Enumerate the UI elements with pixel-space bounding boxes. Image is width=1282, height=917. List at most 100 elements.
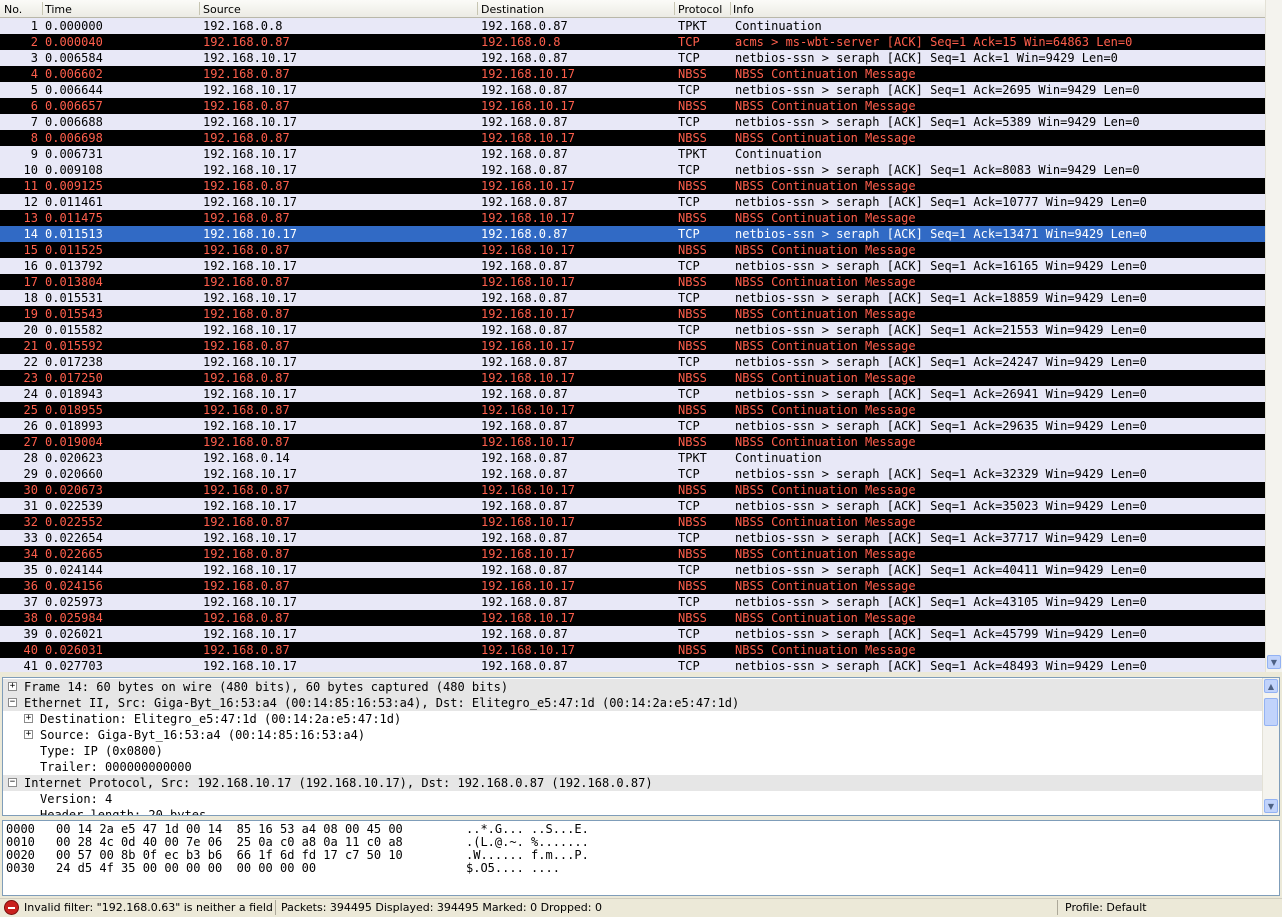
- packet-protocol: TCP: [678, 291, 700, 305]
- packet-info: NBSS Continuation Message: [735, 435, 916, 449]
- packet-row[interactable]: 3 0.006584 192.168.10.17 192.168.0.87 TCP net…: [0, 50, 1266, 66]
- expand-icon[interactable]: +: [24, 730, 33, 739]
- detail-tree-item[interactable]: + Frame 14: 60 bytes on wire (480 bits), …: [3, 679, 1263, 695]
- detail-tree-item[interactable]: Header length: 20 bytes: [3, 807, 1263, 816]
- packet-row[interactable]: 37 0.025973 192.168.10.17 192.168.0.87 TCP ne…: [0, 594, 1266, 610]
- packet-row[interactable]: 4 0.006602 192.168.0.87 192.168.10.17 NBSS NB…: [0, 66, 1266, 82]
- packet-row[interactable]: 22 0.017238 192.168.10.17 192.168.0.87 TCP ne…: [0, 354, 1266, 370]
- packet-row[interactable]: 27 0.019004 192.168.0.87 192.168.10.17 NBSS N…: [0, 434, 1266, 450]
- packet-info: netbios-ssn > seraph [ACK] Seq=1 Ack=323…: [735, 467, 1147, 481]
- error-icon[interactable]: [4, 900, 19, 915]
- packet-row[interactable]: 11 0.009125 192.168.0.87 192.168.10.17 NBSS N…: [0, 178, 1266, 194]
- filter-error-segment: Invalid filter: "192.168.0.63" is neithe…: [0, 900, 276, 915]
- packet-row[interactable]: 33 0.022654 192.168.10.17 192.168.0.87 TCP ne…: [0, 530, 1266, 546]
- packet-row[interactable]: 38 0.025984 192.168.0.87 192.168.10.17 NBSS N…: [0, 610, 1266, 626]
- packet-destination: 192.168.10.17: [481, 515, 575, 529]
- collapse-icon[interactable]: −: [8, 778, 17, 787]
- column-header-destination[interactable]: Destination: [481, 3, 544, 16]
- packet-row[interactable]: 32 0.022552 192.168.0.87 192.168.10.17 NBSS N…: [0, 514, 1266, 530]
- details-scroll-down-button[interactable]: ▼: [1264, 799, 1278, 813]
- packet-list-scrollbar[interactable]: ▼: [1265, 0, 1282, 672]
- column-header-no[interactable]: No.: [4, 3, 22, 16]
- packet-row[interactable]: 20 0.015582 192.168.10.17 192.168.0.87 TCP ne…: [0, 322, 1266, 338]
- packet-row[interactable]: 12 0.011461 192.168.10.17 192.168.0.87 TCP ne…: [0, 194, 1266, 210]
- details-scrollbar[interactable]: ▲ ▼: [1262, 678, 1279, 815]
- packet-row[interactable]: 9 0.006731 192.168.10.17 192.168.0.87 TPKT Co…: [0, 146, 1266, 162]
- detail-tree-item[interactable]: Version: 4: [3, 791, 1263, 807]
- packet-row[interactable]: 14 0.011513 192.168.10.17 192.168.0.87 TCP ne…: [0, 226, 1266, 242]
- packet-row[interactable]: 39 0.026021 192.168.10.17 192.168.0.87 TCP ne…: [0, 626, 1266, 642]
- packet-row[interactable]: 8 0.006698 192.168.0.87 192.168.10.17 NBSS NB…: [0, 130, 1266, 146]
- packet-row[interactable]: 34 0.022665 192.168.0.87 192.168.10.17 NBSS N…: [0, 546, 1266, 562]
- column-header-source[interactable]: Source: [203, 3, 241, 16]
- packet-source: 192.168.0.87: [203, 243, 290, 257]
- profile-text: Profile: Default: [1065, 901, 1147, 914]
- packet-row[interactable]: 13 0.011475 192.168.0.87 192.168.10.17 NBSS N…: [0, 210, 1266, 226]
- packet-no: 20: [23, 323, 38, 337]
- packet-row[interactable]: 35 0.024144 192.168.10.17 192.168.0.87 TCP ne…: [0, 562, 1266, 578]
- packet-info: netbios-ssn > seraph [ACK] Seq=1 Ack=161…: [735, 259, 1147, 273]
- details-scroll-thumb[interactable]: [1264, 698, 1278, 726]
- packet-row[interactable]: 25 0.018955 192.168.0.87 192.168.10.17 NBSS N…: [0, 402, 1266, 418]
- packet-row[interactable]: 30 0.020673 192.168.0.87 192.168.10.17 NBSS N…: [0, 482, 1266, 498]
- packet-source: 192.168.10.17: [203, 387, 297, 401]
- expand-icon[interactable]: +: [24, 714, 33, 723]
- packet-time: 0.006584: [45, 51, 103, 65]
- profile-segment[interactable]: Profile: Default: [1061, 900, 1282, 915]
- packet-row[interactable]: 31 0.022539 192.168.10.17 192.168.0.87 TCP ne…: [0, 498, 1266, 514]
- packet-row[interactable]: 29 0.020660 192.168.10.17 192.168.0.87 TCP ne…: [0, 466, 1266, 482]
- packet-row[interactable]: 19 0.015543 192.168.0.87 192.168.10.17 NBSS N…: [0, 306, 1266, 322]
- packet-row[interactable]: 1 0.000000 192.168.0.8 192.168.0.87 TPKT Cont…: [0, 18, 1266, 34]
- packet-time: 0.000000: [45, 19, 103, 33]
- column-header-protocol[interactable]: Protocol: [678, 3, 722, 16]
- detail-tree-item[interactable]: − Internet Protocol, Src: 192.168.10.17 (…: [3, 775, 1263, 791]
- packet-row[interactable]: 2 0.000040 192.168.0.87 192.168.0.8 TCP acms …: [0, 34, 1266, 50]
- packet-protocol: NBSS: [678, 435, 707, 449]
- packet-no: 12: [23, 195, 38, 209]
- hex-offset[interactable]: 0030: [6, 862, 35, 875]
- details-scroll-up-button[interactable]: ▲: [1264, 679, 1278, 693]
- packet-row[interactable]: 16 0.013792 192.168.10.17 192.168.0.87 TCP ne…: [0, 258, 1266, 274]
- packet-row[interactable]: 10 0.009108 192.168.10.17 192.168.0.87 TCP ne…: [0, 162, 1266, 178]
- packet-no: 26: [23, 419, 38, 433]
- packet-row[interactable]: 26 0.018993 192.168.10.17 192.168.0.87 TCP ne…: [0, 418, 1266, 434]
- packet-row[interactable]: 24 0.018943 192.168.10.17 192.168.0.87 TCP ne…: [0, 386, 1266, 402]
- detail-tree-item[interactable]: − Ethernet II, Src: Giga-Byt_16:53:a4 (00…: [3, 695, 1263, 711]
- packet-time: 0.022552: [45, 515, 103, 529]
- packet-row[interactable]: 21 0.015592 192.168.0.87 192.168.10.17 NBSS N…: [0, 338, 1266, 354]
- packet-row[interactable]: 28 0.020623 192.168.0.14 192.168.0.87 TPKT Co…: [0, 450, 1266, 466]
- detail-text: Header length: 20 bytes: [40, 808, 207, 816]
- packet-row[interactable]: 15 0.011525 192.168.0.87 192.168.10.17 NBSS N…: [0, 242, 1266, 258]
- column-header-info[interactable]: Info: [733, 3, 754, 16]
- detail-tree-item[interactable]: + Source: Giga-Byt_16:53:a4 (00:14:85:16:…: [3, 727, 1263, 743]
- packet-info: NBSS Continuation Message: [735, 483, 916, 497]
- packet-row[interactable]: 18 0.015531 192.168.10.17 192.168.0.87 TCP ne…: [0, 290, 1266, 306]
- packet-no: 4: [30, 67, 38, 81]
- packet-no: 29: [23, 467, 38, 481]
- packet-row[interactable]: 6 0.006657 192.168.0.87 192.168.10.17 NBSS NB…: [0, 98, 1266, 114]
- packet-row[interactable]: 23 0.017250 192.168.0.87 192.168.10.17 NBSS N…: [0, 370, 1266, 386]
- packet-row[interactable]: 17 0.013804 192.168.0.87 192.168.10.17 NBSS N…: [0, 274, 1266, 290]
- packet-row[interactable]: 7 0.006688 192.168.10.17 192.168.0.87 TCP net…: [0, 114, 1266, 130]
- detail-tree-item[interactable]: Type: IP (0x0800): [3, 743, 1263, 759]
- detail-text: Destination: Elitegro_e5:47:1d (00:14:2a…: [40, 712, 402, 726]
- packet-time: 0.018943: [45, 387, 103, 401]
- packet-destination: 192.168.10.17: [481, 547, 575, 561]
- scroll-down-button[interactable]: ▼: [1267, 655, 1281, 669]
- detail-tree-item[interactable]: Trailer: 000000000000: [3, 759, 1263, 775]
- expand-icon[interactable]: +: [8, 682, 17, 691]
- hex-bytes[interactable]: 24 d5 4f 35 00 00 00 00 00 00 00 00: [56, 862, 316, 875]
- packet-row[interactable]: 40 0.026031 192.168.0.87 192.168.10.17 NBSS N…: [0, 642, 1266, 658]
- detail-tree-item[interactable]: + Destination: Elitegro_e5:47:1d (00:14:2…: [3, 711, 1263, 727]
- packet-no: 13: [23, 211, 38, 225]
- packet-info: netbios-ssn > seraph [ACK] Seq=1 Ack=242…: [735, 355, 1147, 369]
- packet-row[interactable]: 41 0.027703 192.168.10.17 192.168.0.87 TCP ne…: [0, 658, 1266, 672]
- packet-info: netbios-ssn > seraph [ACK] Seq=1 Ack=269…: [735, 83, 1140, 97]
- packet-row[interactable]: 5 0.006644 192.168.10.17 192.168.0.87 TCP net…: [0, 82, 1266, 98]
- column-header-time[interactable]: Time: [45, 3, 72, 16]
- packet-row[interactable]: 36 0.024156 192.168.0.87 192.168.10.17 NBSS N…: [0, 578, 1266, 594]
- packet-time: 0.018993: [45, 419, 103, 433]
- collapse-icon[interactable]: −: [8, 698, 17, 707]
- hex-ascii[interactable]: $.O5.... ....: [466, 862, 560, 875]
- packet-protocol: TPKT: [678, 451, 707, 465]
